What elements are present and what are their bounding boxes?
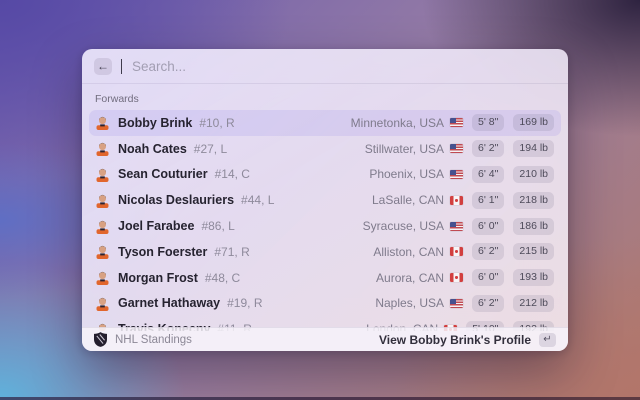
player-name: Garnet Hathaway xyxy=(118,296,221,311)
player-avatar-icon xyxy=(96,193,109,208)
player-height-badge: 6' 0" xyxy=(472,217,505,235)
footer-app-label: NHL Standings xyxy=(115,333,192,346)
player-row-meta: LaSalle, CAN 6' 1" 218 lb xyxy=(372,191,554,209)
player-hometown: Naples, USA xyxy=(375,296,445,311)
player-number-position: #14, C xyxy=(214,167,250,182)
player-row[interactable]: Nicolas Deslauriers #44, L LaSalle, CAN … xyxy=(89,187,561,213)
player-row[interactable]: Sean Couturier #14, C Phoenix, USA 6' 4"… xyxy=(89,162,561,188)
player-row[interactable]: Bobby Brink #10, R Minnetonka, USA 5' 8"… xyxy=(89,110,561,136)
player-height-badge: 6' 2" xyxy=(472,243,505,261)
player-weight-badge: 212 lb xyxy=(513,294,554,312)
player-avatar-icon xyxy=(96,115,109,131)
country-flag-icon xyxy=(450,221,464,231)
player-height-badge: 6' 0" xyxy=(472,269,505,287)
player-hometown: LaSalle, CAN xyxy=(372,193,445,208)
player-hometown: Syracuse, USA xyxy=(362,219,445,234)
player-name: Noah Cates xyxy=(118,141,187,156)
country-flag-icon xyxy=(450,273,464,283)
player-hometown: Alliston, CAN xyxy=(373,244,445,259)
player-number-position: #10, R xyxy=(199,115,235,130)
player-row-meta: Syracuse, USA 6' 0" 186 lb xyxy=(362,217,554,235)
player-height-badge: 6' 4" xyxy=(472,165,505,183)
search-input[interactable] xyxy=(132,58,556,74)
player-weight-badge: 169 lb xyxy=(513,114,554,132)
player-height-badge: 6' 2" xyxy=(472,140,505,158)
footer-bar: NHL Standings View Bobby Brink's Profile… xyxy=(82,327,568,351)
player-name: Nicolas Deslauriers xyxy=(118,193,235,208)
player-name: Bobby Brink xyxy=(118,115,193,130)
footer-primary-action[interactable]: View Bobby Brink's Profile xyxy=(379,333,531,347)
player-avatar-icon xyxy=(96,270,109,286)
nhl-logo-icon xyxy=(94,332,107,347)
player-row[interactable]: Morgan Frost #48, C Aurora, CAN 6' 0" 19… xyxy=(89,265,561,291)
player-weight-badge: 210 lb xyxy=(513,165,554,183)
player-row[interactable]: Noah Cates #27, L Stillwater, USA 6' 2" … xyxy=(89,136,561,162)
player-row-meta: Stillwater, USA 6' 2" 194 lb xyxy=(364,140,554,158)
player-hometown: Minnetonka, USA xyxy=(350,115,445,130)
player-height-badge: 6' 2" xyxy=(472,294,505,312)
player-number-position: #19, R xyxy=(227,296,263,311)
search-bar: ← xyxy=(82,49,568,84)
player-row-meta: Naples, USA 6' 2" 212 lb xyxy=(375,294,554,312)
enter-key-icon[interactable]: ↵ xyxy=(539,332,556,347)
player-weight-badge: 194 lb xyxy=(513,140,554,158)
player-weight-badge: 193 lb xyxy=(513,269,554,287)
player-name: Joel Farabee xyxy=(118,219,195,234)
player-hometown: Phoenix, USA xyxy=(369,167,445,182)
player-avatar-icon xyxy=(96,296,109,311)
player-row[interactable]: Garnet Hathaway #19, R Naples, USA 6' 2"… xyxy=(89,291,561,317)
player-number-position: #27, L xyxy=(193,141,228,156)
player-weight-badge: 215 lb xyxy=(513,243,554,261)
player-row-meta: Alliston, CAN 6' 2" 215 lb xyxy=(373,243,554,261)
player-number-position: #86, L xyxy=(201,219,235,234)
country-flag-icon xyxy=(450,169,464,179)
player-avatar-icon xyxy=(96,167,109,182)
player-height-badge: 6' 1" xyxy=(472,191,505,209)
country-flag-icon xyxy=(450,195,464,205)
country-flag-icon xyxy=(450,144,464,154)
player-row[interactable]: Joel Farabee #86, L Syracuse, USA 6' 0" … xyxy=(89,213,561,239)
player-row-meta: Minnetonka, USA 5' 8" 169 lb xyxy=(350,114,554,132)
country-flag-icon xyxy=(450,247,464,257)
player-number-position: #71, R xyxy=(214,244,250,259)
text-caret xyxy=(121,58,122,74)
section-header-forwards: Forwards xyxy=(95,93,139,105)
player-avatar-icon xyxy=(96,219,109,234)
country-flag-icon xyxy=(450,298,464,308)
player-name: Morgan Frost xyxy=(118,270,198,285)
player-hometown: Aurora, CAN xyxy=(376,270,445,285)
player-weight-badge: 218 lb xyxy=(513,191,554,209)
player-row-meta: Aurora, CAN 6' 0" 193 lb xyxy=(376,269,554,287)
player-weight-badge: 186 lb xyxy=(513,217,554,235)
player-height-badge: 5' 8" xyxy=(472,114,505,132)
player-row[interactable]: Tyson Foerster #71, R Alliston, CAN 6' 2… xyxy=(89,239,561,265)
player-number-position: #44, L xyxy=(241,193,275,208)
player-row-meta: Phoenix, USA 6' 4" 210 lb xyxy=(369,165,554,183)
player-number-position: #48, C xyxy=(204,270,241,285)
search-launcher-window: ← Forwards Bobby Brink #10, R Minnetonka… xyxy=(82,49,568,351)
results-list: Bobby Brink #10, R Minnetonka, USA 5' 8"… xyxy=(89,110,561,331)
player-avatar-icon xyxy=(96,141,109,157)
back-button[interactable]: ← xyxy=(94,57,112,75)
player-hometown: Stillwater, USA xyxy=(364,141,445,156)
player-name: Tyson Foerster xyxy=(118,244,208,259)
country-flag-icon xyxy=(450,118,464,128)
player-name: Sean Couturier xyxy=(118,167,208,182)
player-avatar-icon xyxy=(96,244,109,260)
